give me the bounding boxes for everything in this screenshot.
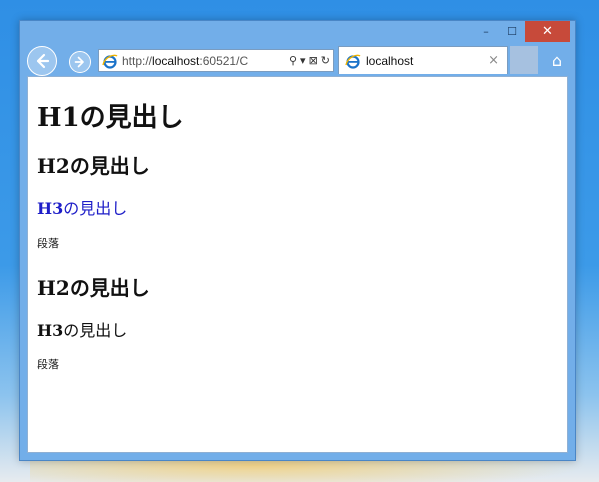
minimize-button[interactable]: – xyxy=(473,21,499,42)
url-scheme: http:// xyxy=(122,53,153,68)
ie-logo-icon xyxy=(102,54,118,69)
heading-h3-second: H3の見出し xyxy=(37,317,127,341)
url-host: localhost xyxy=(152,53,200,68)
navigation-bar: http://localhost:60521/C ⚲ ▾ ⊠ ↻ localho… xyxy=(26,46,571,76)
heading-h2-second: H2の見出し xyxy=(37,276,150,300)
arrow-right-icon xyxy=(74,56,84,68)
refresh-icon[interactable]: ↻ xyxy=(321,54,330,67)
heading-h3-first-prefix: H3 xyxy=(37,199,64,218)
chevron-down-icon[interactable]: ▾ xyxy=(300,54,306,67)
heading-h3-second-prefix: H3 xyxy=(37,321,64,340)
maximize-button[interactable]: ☐ xyxy=(499,21,525,42)
window-controls: – ☐ ✕ xyxy=(473,21,570,42)
ie-logo-icon xyxy=(345,54,361,69)
compatibility-view-icon[interactable]: ⊠ xyxy=(309,54,318,67)
tab-localhost[interactable]: localhost × xyxy=(338,46,508,74)
heading-h3-first-suffix: の見出し xyxy=(63,199,128,218)
search-icon[interactable]: ⚲ xyxy=(289,54,297,67)
browser-window: – ☐ ✕ http://localhost:60521/C ⚲ ▾ ⊠ ↻ l… xyxy=(19,20,576,461)
url-path: :60521/C xyxy=(199,53,249,68)
heading-h3-second-suffix: の見出し xyxy=(63,321,128,340)
forward-button[interactable] xyxy=(69,51,91,73)
heading-h3-first: H3の見出し xyxy=(37,195,127,219)
address-url: http://localhost:60521/C xyxy=(122,54,262,68)
close-button[interactable]: ✕ xyxy=(525,21,570,42)
tab-title: localhost xyxy=(366,53,414,68)
page-content: H1の見出し H2の見出し H3の見出し 段落 H2の見出し H3の見出し 段落 xyxy=(27,76,568,453)
new-tab-button[interactable] xyxy=(510,46,538,74)
address-bar[interactable]: http://localhost:60521/C ⚲ ▾ ⊠ ↻ xyxy=(98,49,334,72)
paragraph-second: 段落 xyxy=(37,358,59,371)
heading-h2-first: H2の見出し xyxy=(37,154,150,178)
arrow-left-icon xyxy=(36,53,50,69)
heading-h1: H1の見出し xyxy=(37,103,184,133)
home-icon[interactable]: ⌂ xyxy=(546,49,568,71)
paragraph-first: 段落 xyxy=(37,237,59,250)
address-tools: ⚲ ▾ ⊠ ↻ xyxy=(286,54,333,67)
close-icon[interactable]: × xyxy=(488,53,499,68)
back-button[interactable] xyxy=(27,46,57,76)
